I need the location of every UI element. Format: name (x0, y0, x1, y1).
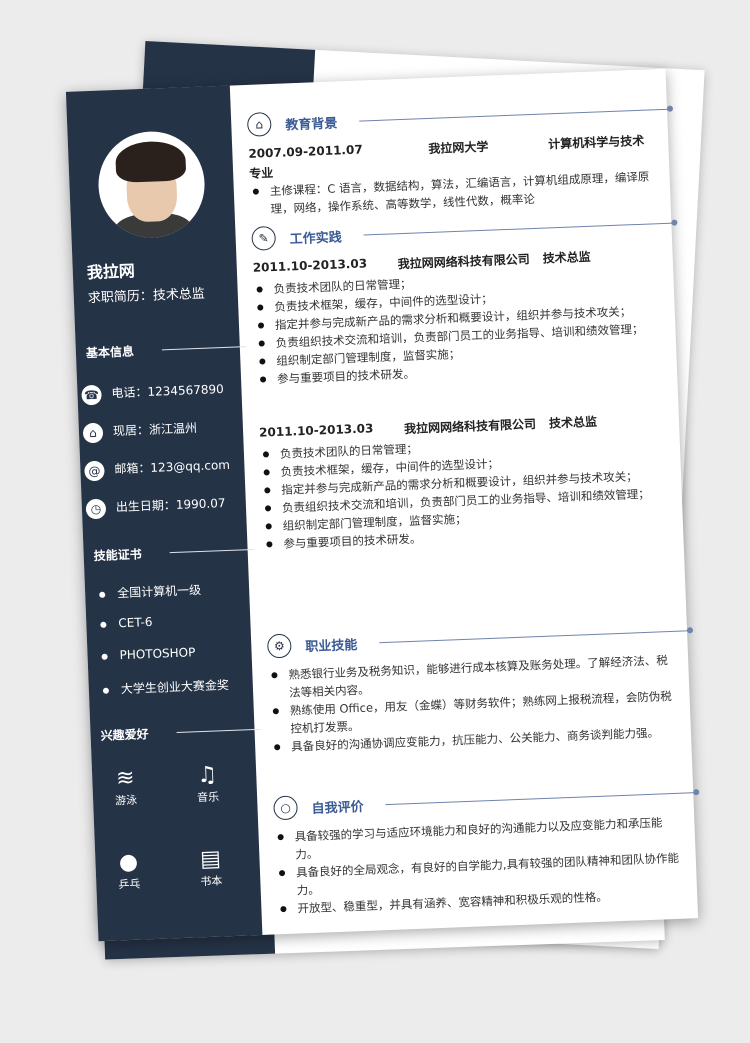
cert-item: PHOTOSHOP (101, 645, 195, 663)
job-objective: 求职简历：技术总监 (87, 286, 206, 307)
resume-page: 我拉网 求职简历：技术总监 基本信息 ☎ 电话：1234567890 ⌂ 现居：浙江温… (65, 68, 700, 942)
contact-text: 邮箱：123@qq.com (114, 457, 231, 477)
hobby-title: 兴趣爱好 (100, 725, 261, 744)
contact-item: ⌂ 现居：浙江温州 (82, 417, 198, 443)
education-major-suffix: 专业 (248, 165, 274, 181)
education-row: 2007.09-2011.07 我拉网大学 计算机科学与技术 (248, 133, 645, 161)
main-content: ⌂ 教育背景 2007.09-2011.07 我拉网大学 计算机科学与技术 专业… (230, 69, 700, 935)
avatar (96, 129, 207, 240)
job-row: 2011.10-2013.03 我拉网网络科技有限公司 技术总监 (258, 414, 598, 440)
tools-icon: ✎ (251, 225, 277, 251)
graduation-icon: ⌂ (246, 111, 272, 137)
section-education: ⌂ 教育背景 (246, 105, 674, 139)
basic-info-title: 基本信息 (86, 342, 246, 361)
contact-text: 现居：浙江温州 (112, 421, 198, 439)
hobby-label: 书本 (200, 874, 223, 889)
candidate-name: 我拉网 (86, 261, 136, 283)
sidebar: 我拉网 求职简历：技术总监 基本信息 ☎ 电话：1234567890 ⌂ 现居：浙江温… (65, 85, 263, 942)
hobby-item: ≋ 游泳 (100, 765, 152, 809)
job-bullets: 负责技术团队的日常管理； 负责技术框架，缓存，中间件的选型设计； 指定并参与完成新产… (253, 265, 662, 388)
contact-text: 出生日期：1990.07 (115, 496, 226, 515)
hobby-item: ♫ 音乐 (182, 762, 234, 806)
education-bullets: 主修课程：C 语言，数据结构，算法，汇编语言，计算机组成原理，编译原理，网络，操… (250, 167, 656, 219)
contact-text: 电话：1234567890 (111, 381, 225, 401)
hobby-item: ▤ 书本 (185, 846, 237, 890)
hobby-label: 音乐 (196, 790, 220, 805)
cert-item: 全国计算机一级 (99, 581, 202, 602)
skills-bullets: 熟悉银行业务及税务知识，能够进行成本核算及账务处理。了解经济法、税法等相关内容。… (268, 651, 676, 756)
bullet-item: 主修课程：C 语言，数据结构，算法，汇编语言，计算机组成原理，编译原理，网络，操… (250, 167, 656, 219)
home-icon: ⌂ (82, 422, 104, 443)
pingpong-icon: ● (118, 849, 139, 876)
section-skills: ⚙ 职业技能 (266, 627, 694, 661)
hobby-item: ● 乒乓 (103, 849, 155, 893)
clock-icon: ◷ (85, 498, 107, 519)
cert-item: CET-6 (100, 615, 153, 631)
hobby-label: 游泳 (114, 793, 138, 808)
octagon-icon: ○ (273, 795, 299, 821)
phone-icon: ☎ (81, 384, 102, 405)
self-bullets: 具备较强的学习与适应环境能力和良好的沟通能力以及应变能力和承压能力。 具备良好的全… (274, 813, 682, 918)
gear-icon: ⚙ (266, 633, 292, 659)
section-self: ○ 自我评价 (273, 789, 700, 822)
contact-item: ◷ 出生日期：1990.07 (85, 492, 226, 519)
cert-title: 技能证书 (93, 545, 254, 564)
swim-icon: ≋ (115, 765, 136, 792)
email-icon: @ (84, 460, 105, 481)
contact-item: ☎ 电话：1234567890 (81, 378, 224, 405)
book-icon: ▤ (199, 846, 222, 873)
hobby-label: 乒乓 (118, 877, 141, 892)
music-icon: ♫ (196, 762, 218, 789)
job-bullets: 负责技术团队的日常管理； 负责技术框架，缓存，中间件的选型设计； 指定并参与完成新产… (260, 430, 669, 553)
cert-item: 大学生创业大赛金奖 (103, 676, 230, 698)
section-work: ✎ 工作实践 (251, 219, 678, 253)
job-row: 2011.10-2013.03 我拉网网络科技有限公司 技术总监 (252, 249, 591, 275)
contact-item: @ 邮箱：123@qq.com (84, 454, 230, 482)
